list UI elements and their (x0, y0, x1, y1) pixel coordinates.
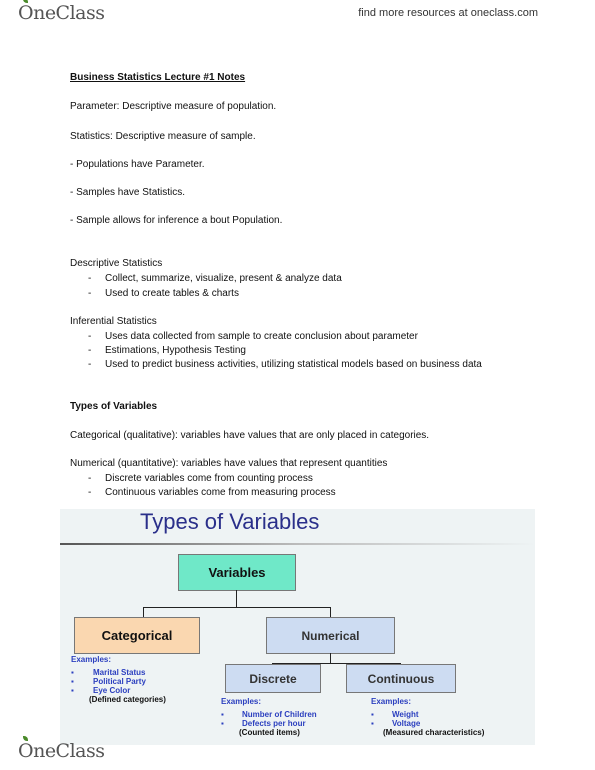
connector (143, 607, 144, 617)
examples-label: Examples: (371, 697, 412, 706)
bullet: - (88, 288, 92, 299)
discrete-examples: Examples: ▪ Number of Children ▪ Defects p… (221, 697, 317, 737)
continuous-examples: Examples: ▪ Weight ▪ Voltage (Measured cha… (371, 697, 484, 737)
item-text: Uses data collected from sample to creat… (105, 331, 418, 342)
descriptive-heading: Descriptive Statistics (70, 258, 163, 269)
continuous-box: Continuous (346, 664, 456, 693)
example-item: ▪ Marital Status (71, 668, 146, 677)
connector (236, 590, 237, 608)
divider (60, 543, 535, 545)
item-text: Continuous variables come from measuring… (105, 487, 336, 498)
example-item: ▪ Political Party (71, 677, 146, 686)
bullet: - (88, 331, 92, 342)
resources-link[interactable]: find more resources at oneclass.com (358, 7, 538, 19)
figure-title: Types of Variables (140, 509, 320, 534)
categorical-examples: Examples: ▪ Marital Status ▪ Political Par… (71, 655, 166, 704)
numerical-box: Numerical (266, 617, 395, 654)
item-text: Estimations, Hypothesis Testing (105, 345, 246, 356)
categorical-box: Categorical (74, 617, 200, 654)
text-line: Numerical (quantitative): variables have… (70, 458, 388, 469)
example-item: ▪ Defects per hour (221, 719, 306, 728)
examples-label: Examples: (221, 697, 262, 706)
text-line: - Populations have Parameter. (70, 159, 205, 170)
discrete-box: Discrete (225, 664, 321, 693)
oneclass-logo[interactable]: OneClass (18, 0, 105, 24)
variables-box: Variables (178, 554, 296, 591)
footer-oneclass-logo[interactable]: OneClass (18, 736, 105, 762)
text-line: Statistics: Descriptive measure of sampl… (70, 131, 256, 142)
example-note: (Counted items) (239, 728, 300, 737)
bullet: - (88, 359, 92, 370)
bullet: - (88, 473, 92, 484)
leaf-icon (23, 736, 28, 741)
example-item: ▪ Weight (371, 710, 419, 719)
example-note: (Measured characteristics) (383, 728, 485, 737)
example-note: (Defined categories) (89, 695, 166, 704)
item-text: Discrete variables come from counting pr… (105, 473, 313, 484)
example-item: ▪ Number of Children (221, 710, 317, 719)
item-text: Collect, summarize, visualize, present &… (105, 273, 342, 284)
page: OneClass find more resources at oneclass… (0, 0, 595, 770)
item-text: Used to create tables & charts (105, 288, 239, 299)
example-item: ▪ Eye Color (71, 686, 131, 695)
bullet: - (88, 273, 92, 284)
bullet: - (88, 487, 92, 498)
types-heading: Types of Variables (70, 401, 158, 412)
connector (330, 653, 331, 663)
connector (330, 607, 331, 617)
inferential-heading: Inferential Statistics (70, 316, 157, 327)
item-text: Used to predict business activities, uti… (105, 359, 482, 370)
connector (143, 607, 331, 608)
text-line: - Sample allows for inference a bout Pop… (70, 215, 283, 226)
doc-title: Business Statistics Lecture #1 Notes (70, 72, 246, 83)
text-line: Parameter: Descriptive measure of popula… (70, 101, 277, 112)
examples-label: Examples: (71, 655, 112, 664)
logo-text: OneClass (18, 740, 105, 762)
text-line: - Samples have Statistics. (70, 187, 186, 198)
bullet: - (88, 345, 92, 356)
example-item: ▪ Voltage (371, 719, 421, 728)
logo-text: OneClass (18, 2, 105, 24)
types-of-variables-diagram: Types of Variables Variables Categorical… (60, 509, 535, 745)
text-line: Categorical (qualitative): variables hav… (70, 430, 430, 441)
